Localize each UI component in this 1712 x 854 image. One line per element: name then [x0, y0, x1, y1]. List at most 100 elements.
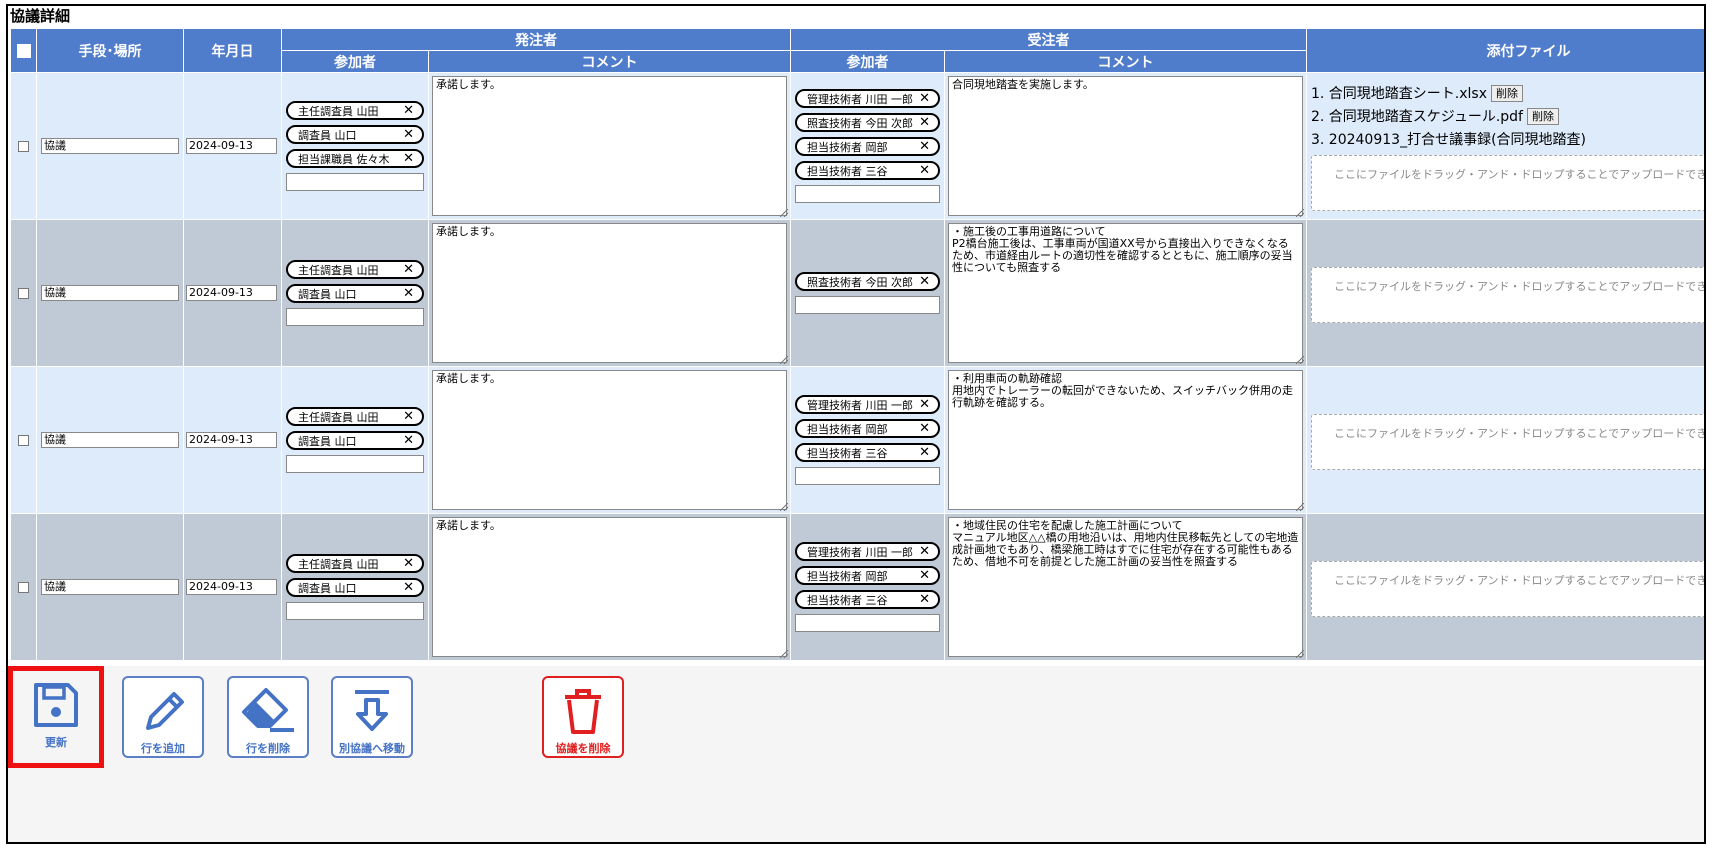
attachments-cell: ここにファイルをドラッグ・アンド・ドロップすることでアップロードできます [1306, 513, 1704, 661]
add-participant-input[interactable] [286, 173, 424, 191]
add-participant-input[interactable] [286, 455, 424, 473]
contractor-comment-textarea[interactable]: ・利用車両の軌跡確認 用地内でトレーラーの転回ができないため、スイッチバック併用… [948, 370, 1303, 510]
participant-chip: 調査員 山口 ✕ [286, 284, 424, 303]
resize-grip-icon[interactable] [1296, 650, 1304, 658]
add-row-button[interactable]: 行を追加 [122, 676, 204, 758]
remove-participant-icon[interactable]: ✕ [919, 116, 930, 129]
method-input[interactable]: 協議 [41, 432, 179, 448]
remove-participant-icon[interactable]: ✕ [919, 398, 930, 411]
participant-name: 管理技術者 川田 一郎 [807, 398, 913, 412]
remove-participant-icon[interactable]: ✕ [919, 275, 930, 288]
participant-chip: 担当課職員 佐々木 ✕ [286, 149, 424, 168]
row-checkbox[interactable] [18, 287, 29, 299]
delete-attachment-button[interactable]: 削除 [1526, 107, 1559, 125]
row-checkbox[interactable] [18, 581, 29, 593]
remove-participant-icon[interactable]: ✕ [403, 434, 414, 447]
remove-participant-icon[interactable]: ✕ [919, 569, 930, 582]
update-button[interactable]: 更新 [14, 672, 98, 762]
move-to-other-meeting-button[interactable]: 別協議へ移動 [331, 676, 413, 758]
participant-name: 担当技術者 三谷 [807, 446, 888, 460]
attachment-link[interactable]: 2. 合同現地踏査スケジュール.pdf [1311, 106, 1523, 126]
orderer-comment-cell: 承諾します。 [428, 366, 791, 514]
row-checkbox[interactable] [18, 140, 29, 152]
remove-participant-icon[interactable]: ✕ [919, 446, 930, 459]
col-contractor-participants: 参加者 [790, 50, 945, 73]
attachment-link[interactable]: 1. 合同現地踏査シート.xlsx [1311, 83, 1487, 103]
remove-participant-icon[interactable]: ✕ [919, 140, 930, 153]
remove-participant-icon[interactable]: ✕ [919, 545, 930, 558]
participant-name: 主任調査員 山田 [298, 104, 379, 118]
add-participant-input[interactable] [795, 296, 940, 314]
resize-grip-icon[interactable] [780, 209, 788, 217]
resize-grip-icon[interactable] [1296, 356, 1304, 364]
remove-participant-icon[interactable]: ✕ [403, 581, 414, 594]
orderer-comment-textarea[interactable]: 承諾します。 [432, 370, 787, 510]
contractor-comment-textarea[interactable]: ・施工後の工事用道路について P2橋台施工後は、工事車両が国道XX号から直接出入… [948, 223, 1303, 363]
delete-meeting-button[interactable]: 協議を削除 [542, 676, 624, 758]
remove-participant-icon[interactable]: ✕ [403, 152, 414, 165]
attachment-link[interactable]: 3. 20240913_打合せ議事録(合同現地踏査) [1311, 129, 1586, 149]
remove-participant-icon[interactable]: ✕ [919, 164, 930, 177]
add-participant-input[interactable] [795, 467, 940, 485]
resize-grip-icon[interactable] [780, 650, 788, 658]
attachment-item: 2. 合同現地踏査スケジュール.pdf 削除 [1311, 105, 1704, 128]
remove-participant-icon[interactable]: ✕ [919, 92, 930, 105]
participant-name: 担当技術者 三谷 [807, 593, 888, 607]
method-input[interactable]: 協議 [41, 285, 179, 301]
row-checkbox[interactable] [18, 434, 29, 446]
remove-participant-icon[interactable]: ✕ [403, 410, 414, 423]
file-drop-zone[interactable]: ここにファイルをドラッグ・アンド・ドロップすることでアップロードできます [1311, 561, 1704, 617]
col-attachments: 添付ファイル [1306, 28, 1704, 73]
method-input[interactable]: 協議 [41, 138, 179, 154]
remove-participant-icon[interactable]: ✕ [919, 422, 930, 435]
add-participant-input[interactable] [795, 614, 940, 632]
date-cell: 2024-09-13 [183, 366, 282, 514]
delete-meeting-label: 協議を削除 [555, 742, 611, 755]
orderer-comment-textarea[interactable]: 承諾します。 [432, 223, 787, 363]
resize-grip-icon[interactable] [1296, 503, 1304, 511]
resize-grip-icon[interactable] [780, 503, 788, 511]
method-input[interactable]: 協議 [41, 579, 179, 595]
orderer-comment-textarea[interactable]: 承諾します。 [432, 517, 787, 657]
meeting-detail-panel: 協議詳細 手段･場所 年月日 発注者 受注者 添付ファイル 参加者 コメント 参… [6, 4, 1706, 844]
remove-participant-icon[interactable]: ✕ [403, 263, 414, 276]
participant-chip: 管理技術者 川田 一郎 ✕ [795, 542, 940, 561]
file-drop-zone[interactable]: ここにファイルをドラッグ・アンド・ドロップすることでアップロードできます [1311, 154, 1704, 211]
participant-name: 調査員 山口 [298, 287, 357, 301]
select-all-checkbox[interactable] [16, 43, 31, 58]
participant-name: 管理技術者 川田 一郎 [807, 92, 913, 106]
remove-participant-icon[interactable]: ✕ [403, 128, 414, 141]
date-input[interactable]: 2024-09-13 [186, 432, 277, 448]
attachments-cell: 1. 合同現地踏査シート.xlsx 削除 2. 合同現地踏査スケジュール.pdf 削除… [1306, 72, 1704, 220]
date-input[interactable]: 2024-09-13 [186, 285, 277, 301]
date-input[interactable]: 2024-09-13 [186, 579, 277, 595]
orderer-comment-cell: 承諾します。 [428, 72, 791, 220]
date-input[interactable]: 2024-09-13 [186, 138, 277, 154]
file-drop-zone[interactable]: ここにファイルをドラッグ・アンド・ドロップすることでアップロードできます [1311, 267, 1704, 323]
add-participant-input[interactable] [795, 185, 940, 203]
delete-attachment-button[interactable]: 削除 [1491, 84, 1524, 102]
participant-chip: 主任調査員 山田 ✕ [286, 407, 424, 426]
remove-participant-icon[interactable]: ✕ [403, 557, 414, 570]
row-select-cell [10, 513, 37, 661]
orderer-comment-textarea[interactable]: 承諾します。 [432, 76, 787, 216]
row-select-cell [10, 219, 37, 367]
remove-participant-icon[interactable]: ✕ [403, 287, 414, 300]
contractor-comment-textarea[interactable]: 合同現地踏査を実施します。 [948, 76, 1303, 216]
file-drop-zone[interactable]: ここにファイルをドラッグ・アンド・ドロップすることでアップロードできます [1311, 414, 1704, 470]
delete-row-button[interactable]: 行を削除 [227, 676, 309, 758]
remove-participant-icon[interactable]: ✕ [919, 593, 930, 606]
method-cell: 協議 [36, 366, 184, 514]
add-participant-input[interactable] [286, 602, 424, 620]
orderer-participants-cell: 主任調査員 山田 ✕ 調査員 山口 ✕ [281, 219, 429, 367]
orderer-participants-cell: 主任調査員 山田 ✕ 調査員 山口 ✕ [281, 366, 429, 514]
resize-grip-icon[interactable] [1296, 209, 1304, 217]
remove-participant-icon[interactable]: ✕ [403, 104, 414, 117]
section-title: 協議詳細 [10, 7, 71, 25]
contractor-comment-textarea[interactable]: ・地域住民の住宅を配慮した施工計画について マニュアル地区△△橋の用地沿いは、用… [948, 517, 1303, 657]
add-participant-input[interactable] [286, 308, 424, 326]
resize-grip-icon[interactable] [780, 356, 788, 364]
col-orderer-participants: 参加者 [281, 50, 429, 73]
add-row-label: 行を追加 [141, 742, 185, 755]
contractor-participants-cell: 管理技術者 川田 一郎 ✕ 担当技術者 岡部 ✕ 担当技術者 三谷 ✕ [790, 513, 945, 661]
